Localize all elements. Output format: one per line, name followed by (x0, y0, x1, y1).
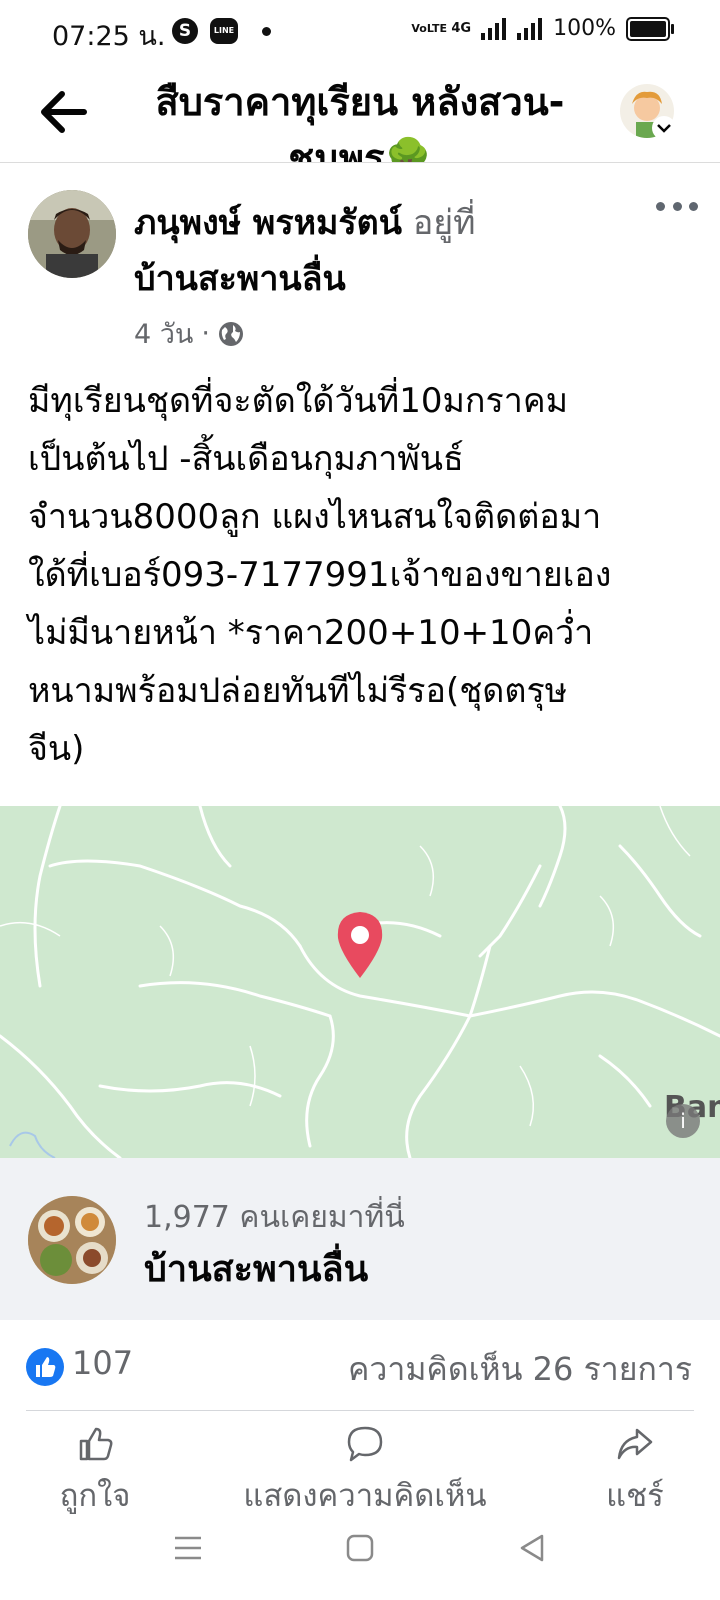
map-pin-icon (337, 912, 383, 978)
line-notification-icon: LINE (210, 18, 238, 44)
comment-count[interactable]: ความคิดเห็น 26 รายการ (348, 1344, 692, 1395)
checkin-place[interactable]: บ้านสะพานลื่น (134, 259, 346, 299)
post-text: มีทุเรียนชุดที่จะตัดใด้วันที่10มกราคม เป… (28, 381, 612, 769)
like-button[interactable]: ถูกใจ (40, 1424, 150, 1520)
battery-percent: 100% (553, 16, 616, 41)
skype-notification-icon: S (172, 18, 198, 44)
at-label: อยู่ที่ (412, 203, 476, 243)
share-button[interactable]: แชร์ (580, 1424, 690, 1520)
signal-icon (481, 17, 507, 40)
home-icon[interactable] (344, 1532, 376, 1564)
meta-separator: · (201, 318, 210, 349)
map-preview[interactable] (0, 806, 720, 1158)
divider (26, 1410, 694, 1411)
like-count[interactable]: 107 (72, 1344, 133, 1382)
arrow-left-icon (41, 91, 87, 133)
like-label: ถูกใจ (59, 1478, 131, 1514)
status-bar: 07:25 น. S LINE VoLTE 4G 100% (0, 0, 720, 64)
signal-icon-2 (517, 17, 543, 40)
volte-icon: VoLTE (411, 22, 448, 35)
status-time: 07:25 น. (52, 21, 166, 52)
map-info-icon[interactable]: i (666, 1104, 700, 1138)
more-dots-icon (656, 202, 665, 211)
battery-icon (626, 16, 674, 41)
place-thumbnail[interactable] (28, 1196, 116, 1284)
post-author-line: ภนุพงษ์ พรหมรัตน์ อยู่ที่ บ้านสะพานลื่น (134, 195, 574, 307)
share-arrow-icon (617, 1428, 653, 1460)
more-options-button[interactable] (656, 202, 698, 216)
author-avatar[interactable] (28, 190, 116, 278)
like-reaction-icon[interactable] (26, 1348, 64, 1386)
place-name[interactable]: บ้านสะพานลื่น (144, 1240, 368, 1297)
comment-button[interactable]: แสดงความคิดเห็น (230, 1424, 500, 1520)
more-dot (672, 202, 682, 211)
back-button[interactable] (34, 82, 94, 142)
more-dot (689, 202, 698, 211)
map-roads (0, 806, 720, 1158)
chevron-down-icon[interactable] (652, 116, 676, 140)
comment-bubble-icon (347, 1426, 383, 1462)
thumbs-up-icon (79, 1427, 113, 1461)
group-header: สืบราคาทุเรียน หลังสวน-ชุมพร🌳 (0, 64, 720, 163)
visit-count: 1,977 คนเคยมาที่นี่ (144, 1200, 405, 1235)
share-label: แชร์ (606, 1478, 664, 1514)
system-nav-bar (0, 1510, 720, 1600)
status-right: VoLTE 4G 100% (411, 16, 674, 41)
post-time[interactable]: 4 วัน (134, 312, 193, 355)
comment-label: แสดงความคิดเห็น (243, 1478, 487, 1514)
notification-dot-icon (262, 27, 271, 36)
group-title[interactable]: สืบราคาทุเรียน หลังสวน-ชุมพร🌳 (130, 74, 590, 162)
menu-icon[interactable] (172, 1532, 204, 1564)
network-label: 4G (451, 21, 472, 36)
post-meta: 4 วัน · (134, 312, 244, 355)
back-nav-icon[interactable] (516, 1532, 548, 1564)
author-name[interactable]: ภนุพงษ์ พรหมรัตน์ (134, 203, 402, 243)
globe-icon (218, 321, 243, 346)
